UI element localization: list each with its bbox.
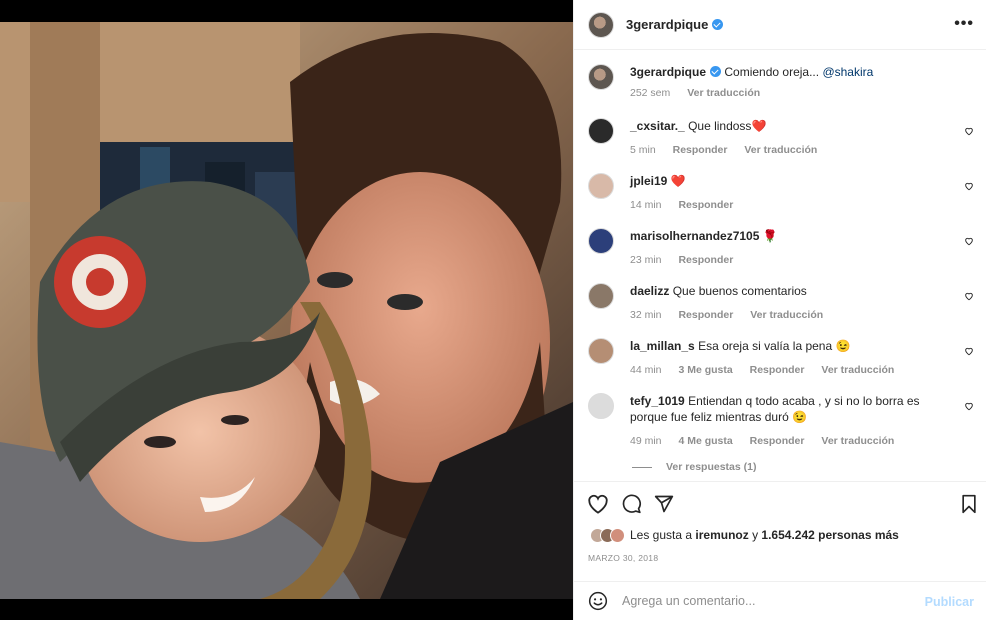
author-username[interactable]: 3gerardpique — [626, 17, 724, 32]
more-options-icon[interactable]: ••• — [954, 16, 974, 32]
comment-username[interactable]: marisolhernandez7105 — [630, 229, 759, 243]
comment-time[interactable]: 49 min — [630, 435, 662, 447]
caption-time[interactable]: 252 sem — [630, 87, 670, 99]
like-comment-heart-icon[interactable] — [964, 401, 974, 411]
avatar[interactable] — [588, 173, 614, 199]
publish-button[interactable]: Publicar — [925, 595, 974, 609]
like-comment-heart-icon[interactable] — [964, 126, 974, 136]
post-header: 3gerardpique ••• — [574, 0, 986, 50]
avatar[interactable] — [588, 118, 614, 144]
likes-joiner: y — [752, 528, 759, 542]
rose-emoji: 🌹 — [762, 229, 778, 243]
comment-likes[interactable]: 3 Me gusta — [678, 364, 732, 376]
translate-button[interactable]: Ver traducción — [821, 364, 894, 376]
post-date[interactable]: MARZO 30, 2018 — [588, 553, 658, 563]
comment-username[interactable]: _cxsitar._ — [630, 119, 685, 133]
reply-button[interactable]: Responder — [678, 254, 733, 266]
author-username-text[interactable]: 3gerardpique — [626, 17, 708, 32]
instagram-post-view: 3gerardpique ••• 3gerardpique Comiendo o… — [0, 0, 986, 620]
comments-list: 3gerardpique Comiendo oreja... @shakira … — [574, 51, 986, 481]
post-media — [0, 0, 573, 620]
liker-avatar — [610, 527, 625, 543]
comment-likes[interactable]: 4 Me gusta — [678, 435, 732, 447]
comment-username[interactable]: tefy_1019 — [630, 394, 685, 408]
comment-time[interactable]: 23 min — [630, 254, 662, 266]
like-comment-heart-icon[interactable] — [964, 181, 974, 191]
avatar[interactable] — [588, 11, 614, 38]
avatar[interactable] — [588, 228, 614, 254]
wink-emoji: 😉 — [792, 410, 808, 424]
caption-mention[interactable]: @shakira — [822, 65, 873, 79]
reply-button[interactable]: Responder — [678, 309, 733, 321]
comment-text: Que lindoss — [688, 119, 752, 133]
replies-divider — [632, 466, 652, 468]
add-comment-bar: Agrega un comentario... Publicar — [574, 581, 986, 620]
avatar[interactable] — [588, 393, 614, 419]
comment-input[interactable]: Agrega un comentario... — [622, 594, 755, 608]
reply-button[interactable]: Responder — [678, 199, 733, 211]
translate-button[interactable]: Ver traducción — [744, 144, 817, 156]
caption-username[interactable]: 3gerardpique — [630, 65, 706, 79]
heart-emoji: ❤️ — [751, 119, 767, 133]
reply-button[interactable]: Responder — [673, 144, 728, 156]
reply-button[interactable]: Responder — [750, 364, 805, 376]
avatar[interactable] — [588, 283, 614, 309]
like-comment-heart-icon[interactable] — [964, 236, 974, 246]
comment-username[interactable]: la_millan_s — [630, 339, 695, 353]
wink-emoji: 😉 — [835, 339, 851, 353]
selfie-image — [0, 22, 573, 599]
likes-user[interactable]: iremunoz — [695, 528, 748, 542]
view-replies-button[interactable]: Ver respuestas (1) — [632, 461, 756, 473]
comment-bubble-icon[interactable] — [621, 494, 642, 514]
emoji-smiley-icon[interactable] — [588, 591, 608, 611]
avatar[interactable] — [588, 338, 614, 364]
comment-time[interactable]: 5 min — [630, 144, 656, 156]
like-comment-heart-icon[interactable] — [964, 346, 974, 356]
comment-username[interactable]: jplei19 — [630, 174, 667, 188]
comment-text: Esa oreja si valía la pena — [698, 339, 833, 353]
translate-button[interactable]: Ver traducción — [750, 309, 823, 321]
comment-time[interactable]: 44 min — [630, 364, 662, 376]
likes-prefix: Les gusta a — [630, 528, 693, 542]
share-send-icon[interactable] — [654, 494, 674, 514]
reply-button[interactable]: Responder — [750, 435, 805, 447]
caption-text: Comiendo oreja... — [724, 65, 820, 79]
comment-username[interactable]: daelizz — [630, 284, 669, 298]
comment-time[interactable]: 14 min — [630, 199, 662, 211]
likes-count[interactable]: 1.654.242 personas más — [761, 528, 898, 542]
heart-emoji: ❤️ — [670, 174, 686, 188]
comment-time[interactable]: 32 min — [630, 309, 662, 321]
like-comment-heart-icon[interactable] — [964, 291, 974, 301]
like-heart-icon[interactable] — [587, 494, 609, 514]
likes-summary: Les gusta a iremunoz y 1.654.242 persona… — [590, 525, 899, 545]
caption-translate[interactable]: Ver traducción — [687, 87, 760, 99]
view-replies-label[interactable]: Ver respuestas (1) — [666, 461, 756, 473]
verified-badge-icon — [712, 19, 724, 30]
avatar[interactable] — [588, 64, 614, 90]
post-photo[interactable] — [0, 22, 573, 599]
post-side-panel: 3gerardpique ••• 3gerardpique Comiendo o… — [573, 0, 986, 620]
comment-text: Que buenos comentarios — [672, 284, 807, 298]
save-bookmark-icon[interactable] — [960, 494, 978, 514]
verified-badge-icon — [710, 66, 722, 77]
translate-button[interactable]: Ver traducción — [821, 435, 894, 447]
